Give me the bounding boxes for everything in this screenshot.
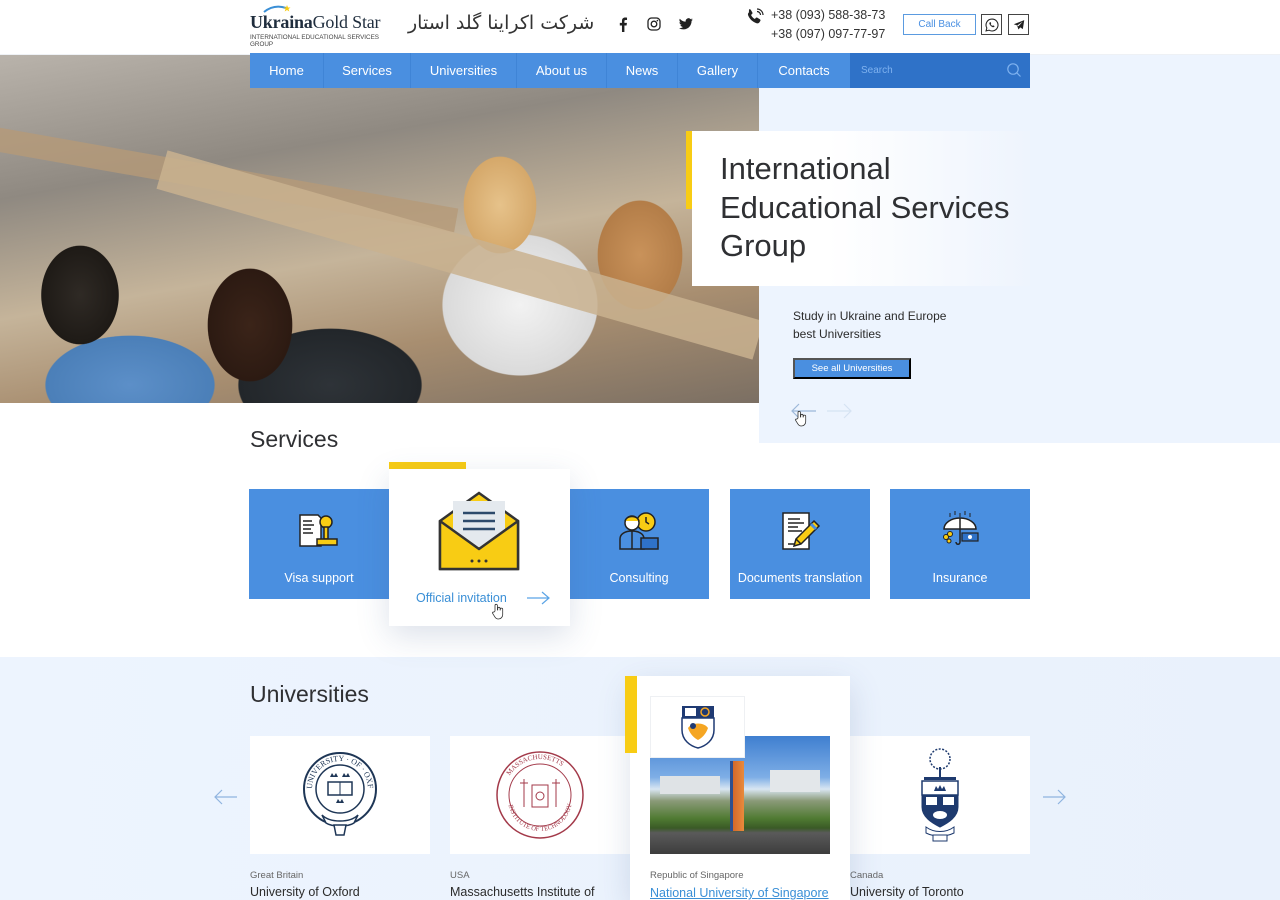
mit-seal-icon: MASSACHUSETTS INSTITUTE OF TECHNOLOGY — [496, 751, 584, 839]
logo-star-icon — [263, 5, 291, 13]
facebook-link[interactable] — [614, 15, 632, 33]
university-country: USA — [450, 870, 470, 881]
nav-universities[interactable]: Universities — [411, 53, 517, 88]
phone-number-1[interactable]: +38 (093) 588-38-73 — [771, 8, 885, 22]
stamp-document-icon — [299, 514, 338, 547]
service-card-official-invitation[interactable]: Official invitation — [389, 469, 570, 626]
university-card-nus[interactable]: Republic of Singapore National Universit… — [630, 676, 850, 900]
university-name-link[interactable]: Massachusetts Institute of — [450, 885, 595, 899]
service-card-visa-support[interactable]: Visa support — [249, 489, 389, 599]
hand-cursor-icon — [795, 410, 807, 427]
university-active-accent-bar — [625, 676, 637, 753]
nav-contacts[interactable]: Contacts — [758, 53, 850, 88]
service-label: Documents translation — [737, 571, 863, 585]
nav-about-us[interactable]: About us — [517, 53, 607, 88]
university-country: Canada — [850, 870, 884, 881]
facebook-icon — [619, 16, 628, 32]
call-back-button[interactable]: Call Back — [903, 14, 976, 35]
phone-icon — [747, 8, 764, 24]
university-country: Great Britain — [250, 870, 304, 881]
hero-next-arrow-icon[interactable] — [826, 403, 852, 419]
logo-subtitle: International Educational Services Group — [250, 34, 379, 48]
hero-photo-students — [0, 55, 759, 403]
search-icon[interactable] — [1006, 62, 1022, 78]
service-label: Consulting — [609, 571, 669, 585]
service-label: Visa support — [284, 571, 354, 585]
whatsapp-button[interactable] — [981, 14, 1002, 35]
logo[interactable]: UkrainaGold Star International Education… — [250, 5, 390, 48]
services-heading: Services — [250, 426, 339, 452]
oxford-crest-icon: UNIVERSITY · OF · OXFORD — [300, 749, 377, 836]
university-card-mit[interactable]: MASSACHUSETTS INSTITUTE OF TECHNOLOGY — [450, 736, 630, 854]
main-nav: Home Services Universities About us News… — [250, 53, 1030, 88]
university-name-link[interactable]: University of Toronto — [850, 885, 964, 899]
service-card-documents-translation[interactable]: Documents translation — [730, 489, 870, 599]
hero-subtitle-line-2: best Universities — [793, 327, 882, 341]
service-card-insurance[interactable]: Insurance — [890, 489, 1030, 599]
arrow-right-icon[interactable] — [526, 591, 550, 605]
nav-services[interactable]: Services — [324, 53, 411, 88]
farsi-company-name: شرکت اکراینا گلد استار — [408, 12, 595, 34]
nus-crest-icon — [680, 706, 715, 749]
hero-title: International Educational Services Group — [720, 151, 1010, 263]
nav-gallery[interactable]: Gallery — [678, 53, 758, 88]
nus-logo-box — [650, 696, 745, 758]
universities-prev-arrow-icon[interactable] — [214, 789, 238, 805]
telegram-icon — [1013, 19, 1024, 29]
twitter-link[interactable] — [677, 15, 695, 33]
umbrella-money-icon — [943, 511, 979, 545]
university-card-toronto[interactable] — [850, 736, 1030, 854]
telegram-button[interactable] — [1008, 14, 1029, 35]
consultant-clock-icon — [619, 512, 659, 550]
instagram-icon — [647, 17, 661, 31]
logo-text: UkrainaGold Star — [250, 12, 381, 32]
see-all-universities-button[interactable]: See all Universities — [793, 358, 911, 379]
hero-subtitle: Study in Ukraine and Europe best Univers… — [793, 307, 973, 343]
search-input[interactable] — [850, 65, 990, 76]
university-name-link[interactable]: National University of Singapore — [650, 886, 829, 900]
envelope-letter-icon — [438, 491, 520, 571]
phone-number-2[interactable]: +38 (097) 097-77-97 — [771, 27, 885, 41]
site-header: UkrainaGold Star International Education… — [0, 0, 1280, 55]
document-pen-icon — [782, 512, 821, 550]
whatsapp-icon — [984, 18, 999, 32]
search-box — [850, 53, 1030, 88]
instagram-link[interactable] — [645, 15, 663, 33]
service-card-consulting[interactable]: Consulting — [569, 489, 709, 599]
toronto-crest-icon — [921, 748, 959, 842]
hand-cursor-icon — [492, 603, 504, 620]
hero-subtitle-line-1: Study in Ukraine and Europe — [793, 309, 947, 323]
university-card-oxford[interactable]: UNIVERSITY · OF · OXFORD — [250, 736, 430, 854]
university-country: Republic of Singapore — [650, 870, 744, 881]
nav-news[interactable]: News — [607, 53, 678, 88]
universities-next-arrow-icon[interactable] — [1042, 789, 1066, 805]
universities-heading: Universities — [250, 681, 369, 707]
twitter-icon — [679, 18, 693, 30]
university-name-link[interactable]: University of Oxford — [250, 885, 360, 899]
nav-home[interactable]: Home — [250, 53, 324, 88]
service-label: Insurance — [932, 571, 988, 585]
